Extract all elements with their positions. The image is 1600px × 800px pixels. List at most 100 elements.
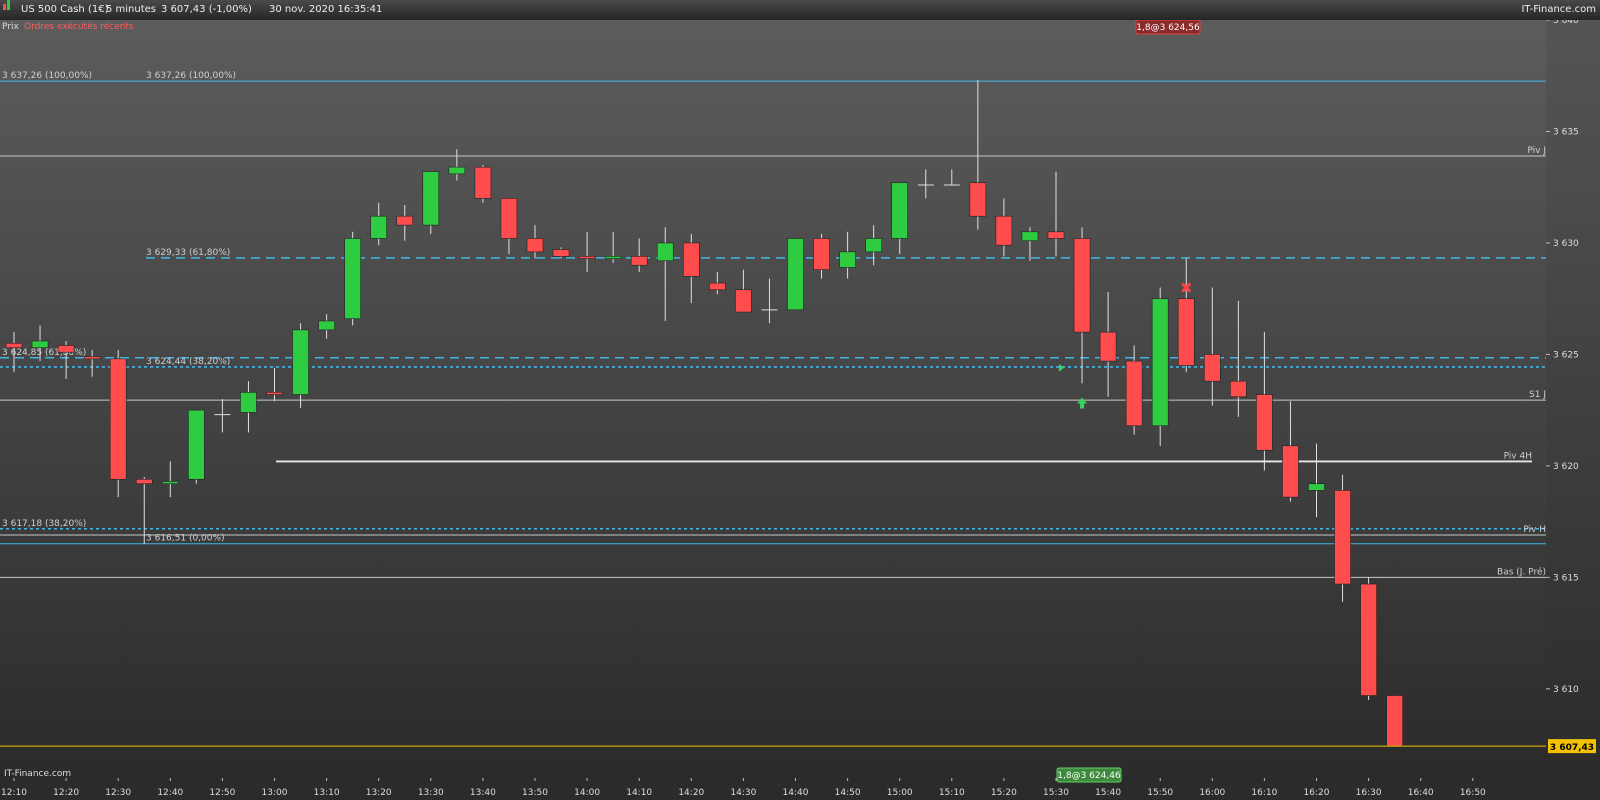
candle-up[interactable] [839, 251, 856, 268]
x-tick-label: 13:40 [470, 788, 496, 798]
candle-down[interactable] [630, 256, 648, 266]
candle-down[interactable] [1282, 445, 1299, 498]
top-order-badge-label: 1,8@3 624,56 [1136, 23, 1200, 33]
candle-down[interactable] [995, 215, 1013, 246]
candle-down[interactable] [57, 345, 75, 353]
candle-down[interactable] [969, 182, 987, 217]
x-tick-label: 16:30 [1356, 788, 1382, 798]
candle-down[interactable] [578, 256, 596, 259]
y-tick-label: 3 640 [1553, 20, 1579, 26]
candle-up[interactable] [188, 409, 205, 480]
candle-up[interactable] [162, 481, 179, 485]
candle-up[interactable] [1021, 231, 1039, 242]
price-chart[interactable]: 3 637,26 (100,00%) Piv J 3 629,33 (61,80%)… [0, 20, 1600, 800]
y-tick-label: 3 635 [1553, 127, 1579, 137]
candle-up[interactable] [31, 340, 49, 349]
candle-up[interactable] [370, 215, 388, 239]
x-tick-label: 12:40 [157, 788, 183, 798]
price-tab[interactable]: Prix [2, 22, 19, 32]
level-label: 3 637,26 (100,00%) [2, 71, 92, 81]
x-tick-label: 13:30 [418, 788, 444, 798]
x-tick-label: 15:40 [1095, 788, 1121, 798]
candle-down[interactable] [109, 358, 127, 480]
candle-down[interactable] [1047, 231, 1065, 239]
candle-down[interactable] [1386, 695, 1403, 747]
level-label: S1 J [1529, 390, 1546, 400]
candle-down[interactable] [1177, 298, 1195, 366]
candle-down[interactable] [1334, 490, 1351, 585]
y-tick-label: 3 620 [1553, 462, 1579, 472]
brand-label: IT-Finance.com [1521, 4, 1596, 15]
top-order-badge[interactable]: 1,8@3 624,56 [1135, 20, 1201, 35]
candle-up[interactable] [318, 320, 335, 331]
level-label: 3 617,18 (38,20%) [2, 519, 86, 529]
orders-tab[interactable]: Ordres exécutés récents [24, 21, 134, 32]
candle-up[interactable] [891, 182, 909, 239]
candle-up[interactable] [292, 329, 309, 395]
x-tick-label: 15:50 [1147, 788, 1173, 798]
x-tick-label: 13:10 [314, 788, 340, 798]
candle-down[interactable] [1099, 331, 1117, 362]
level-label: Piv 4H [1504, 451, 1532, 461]
level-label: Piv H [1523, 525, 1546, 535]
instrument-name[interactable]: US 500 Cash (1€) [21, 0, 108, 20]
candle-up[interactable] [422, 171, 440, 226]
y-tick-label: 3 625 [1553, 350, 1579, 360]
quote-label: 3 607,43 (-1,00%) [161, 4, 252, 15]
candle-up[interactable] [344, 238, 361, 320]
candle-down[interactable] [526, 238, 544, 253]
candle-down[interactable] [266, 392, 283, 395]
candle-up[interactable] [448, 166, 466, 175]
candle-down[interactable] [135, 478, 153, 485]
candle-up[interactable] [1308, 483, 1325, 491]
candle-down[interactable] [735, 289, 752, 313]
x-tick-label: 14:00 [574, 788, 600, 798]
x-tick-label: 12:50 [209, 788, 235, 798]
x-tick-label: 16:40 [1408, 788, 1434, 798]
datetime-label: 30 nov. 2020 16:35:41 [269, 4, 383, 15]
candle-down[interactable] [1125, 360, 1143, 427]
candle-down[interactable] [83, 356, 101, 360]
x-tick-label: 14:50 [835, 788, 861, 798]
candlestick-chart-icon [3, 0, 11, 10]
candle-down[interactable] [813, 238, 830, 270]
x-tick-label: 13:50 [522, 788, 548, 798]
candle-down[interactable] [682, 242, 700, 277]
level-label: 3 616,51 (0,00%) [146, 534, 225, 544]
candle-down[interactable] [1073, 238, 1091, 333]
y-tick-label: 3 610 [1553, 685, 1579, 695]
last-price-label: 3 607,43 [1550, 743, 1594, 753]
candle-up[interactable] [787, 238, 804, 311]
candle-down[interactable] [1256, 394, 1273, 451]
x-tick-label: 12:30 [105, 788, 131, 798]
candle-down[interactable] [1204, 354, 1221, 382]
candle-down[interactable] [709, 282, 726, 291]
candle-down[interactable] [1230, 380, 1247, 398]
level-label: 3 624,44 (38,20%) [146, 357, 230, 367]
bottom-order-badge[interactable]: 1,8@3 624,46 [1056, 767, 1122, 783]
watermark: IT-Finance.com [4, 769, 71, 779]
x-tick-label: 15:00 [887, 788, 913, 798]
candle-up[interactable] [656, 242, 674, 262]
candle-down[interactable] [396, 215, 414, 226]
candle-down[interactable] [474, 166, 492, 199]
candle-up[interactable] [240, 392, 257, 413]
y-tick-label: 3 615 [1553, 573, 1579, 583]
candle-down[interactable] [500, 198, 518, 239]
candle-up[interactable] [604, 256, 622, 259]
timeframe-label[interactable]: 5 minutes [106, 0, 156, 20]
candle-down[interactable] [5, 342, 23, 349]
x-tick-label: 16:00 [1199, 788, 1225, 798]
candle-up[interactable] [1151, 298, 1169, 427]
bottom-order-badge-label: 1,8@3 624,46 [1057, 771, 1121, 781]
candle-down[interactable] [1360, 583, 1377, 696]
level-label: 3 629,33 (61,80%) [146, 248, 230, 258]
candle-down[interactable] [552, 249, 570, 257]
x-tick-label: 14:40 [783, 788, 809, 798]
chart-window: US 500 Cash (1€) 5 minutes 3 607,43 (-1,… [0, 0, 1600, 800]
candle-up[interactable] [865, 238, 882, 253]
chart-title-bar: US 500 Cash (1€) 5 minutes 3 607,43 (-1,… [0, 0, 1600, 21]
x-tick-label: 12:10 [1, 788, 27, 798]
x-tick-label: 12:20 [53, 788, 79, 798]
x-tick-label: 15:20 [991, 788, 1017, 798]
